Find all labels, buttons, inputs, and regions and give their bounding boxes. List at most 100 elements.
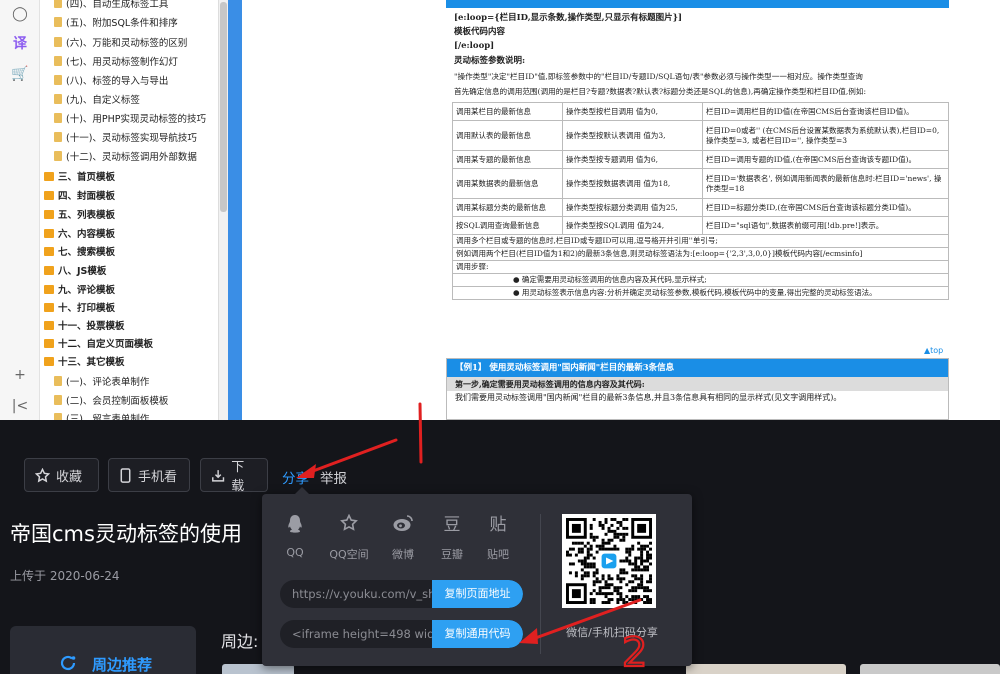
copy-page-url-button[interactable]: 复制页面地址 — [432, 580, 523, 608]
video-thumbnail[interactable] — [860, 664, 1000, 674]
tree-scrollbar[interactable] — [218, 0, 228, 420]
mobile-watch-button[interactable]: 手机看 — [108, 458, 190, 492]
param-table: 调用某栏目的最新信息 操作类型按栏目调用 值为0, 栏目ID=调用栏目的ID值(在帝… — [452, 102, 949, 300]
doc-tree-item[interactable]: (十)、用PHP实现灵动标签的技巧 — [54, 111, 206, 129]
doc-tree-label: (四)、自动生成标签工具 — [66, 0, 169, 10]
doc-tree-item[interactable]: 六、内容模板 — [44, 226, 115, 244]
table-cell: 调用某数据表的最新信息 — [452, 168, 563, 199]
doc-tree-item[interactable]: (四)、自动生成标签工具 — [54, 0, 168, 14]
doc-tree-item[interactable]: (十一)、灵动标签实现导航技巧 — [54, 130, 197, 148]
doc-tree-item[interactable]: (五)、附加SQL条件和排序 — [54, 15, 178, 33]
doc-tree-item[interactable]: (六)、万能和灵动标签的区别 — [54, 35, 187, 53]
table-note: 调用步骤: — [452, 260, 949, 274]
doc-tree-item[interactable]: 十二、自定义页面模板 — [44, 336, 153, 354]
doc-tree-item[interactable]: (九)、自定义标签 — [54, 92, 140, 110]
doc-tree-item[interactable]: 十、打印模板 — [44, 300, 115, 318]
translate-icon[interactable]: 译 — [10, 34, 30, 54]
report-link[interactable]: 举报 — [320, 467, 347, 487]
share-tieba[interactable]: 贴 贴吧 — [476, 514, 520, 562]
table-cell: 操作类型按标题分类调用 值为25, — [562, 198, 703, 217]
doc-tree-label: (十二)、灵动标签调用外部数据 — [66, 152, 197, 163]
folder-icon — [44, 321, 54, 330]
nearby-recommend-label: 周边推荐 — [92, 656, 153, 674]
chat-bubble-icon[interactable]: ◯ — [10, 4, 30, 24]
doc-tree-label: (九)、自定义标签 — [66, 95, 140, 106]
table-cell: 栏目ID="sql语句",数据表前缀可用[!db.pre!]表示。 — [702, 216, 949, 235]
page-url-field[interactable]: https://v.youku.com/v_sh 复制页面地址 — [280, 580, 523, 608]
share-qzone[interactable]: QQ空间 — [327, 513, 371, 562]
doc-tree-item[interactable]: (八)、标签的导入与导出 — [54, 73, 168, 91]
share-weibo-label: 微博 — [392, 548, 414, 561]
doc-line: "操作类型"决定"栏目ID"值,即标签参数中的"栏目ID/专题ID/SQL语句/… — [454, 72, 863, 81]
table-note: 例如调用两个栏目(栏目ID值为1和2)的最新3条信息,则灵动标签语法为:[e:l… — [452, 247, 949, 261]
folder-icon — [44, 191, 54, 200]
doc-tree-item[interactable]: 三、首页模板 — [44, 169, 115, 187]
table-cell: 操作类型按栏目调用 值为0, — [562, 102, 703, 121]
video-thumbnail[interactable] — [686, 664, 846, 674]
table-row: 调用某数据表的最新信息 操作类型按数据表调用 值为18, 栏目ID='数据表名', … — [452, 168, 949, 199]
doc-tree-item[interactable]: (二)、会员控制面板模板 — [54, 393, 168, 411]
qzone-star-icon — [327, 513, 371, 536]
doc-tree-label: (十一)、灵动标签实现导航技巧 — [66, 133, 197, 144]
doc-tree-item[interactable]: (七)、用灵动标签制作幻灯 — [54, 54, 178, 72]
tree-splitter[interactable] — [228, 0, 242, 420]
doc-tree-item[interactable]: 十一、投票模板 — [44, 318, 125, 336]
share-qq[interactable]: QQ — [273, 514, 317, 559]
cart-icon[interactable]: 🛒 — [10, 64, 30, 84]
doc-tree-label: (八)、标签的导入与导出 — [66, 76, 169, 87]
douban-icon: 豆 — [443, 515, 461, 535]
doc-tree-label: 十一、投票模板 — [58, 321, 125, 332]
doc-tree-label: 十三、其它模板 — [58, 357, 125, 368]
folder-icon — [44, 210, 54, 219]
doc-page-icon — [54, 17, 62, 27]
doc-tree-item[interactable]: 四、封面模板 — [44, 188, 115, 206]
folder-icon — [44, 229, 54, 238]
doc-tree-label: (六)、万能和灵动标签的区别 — [66, 38, 188, 49]
doc-tree-item[interactable]: (一)、评论表单制作 — [54, 374, 149, 392]
collapse-icon[interactable]: |< — [10, 396, 30, 416]
qr-caption: 微信/手机扫码分享 — [566, 626, 658, 639]
folder-icon — [44, 339, 54, 348]
action-bar: 收藏 手机看 下载 分享 举报 — [10, 450, 1000, 500]
table-cell: 栏目ID=标题分类ID,(在帝国CMS后台查询该标题分类ID值)。 — [702, 198, 949, 217]
share-weibo[interactable]: 微博 — [381, 514, 425, 562]
nearby-recommend-card[interactable]: 周边推荐 — [10, 626, 196, 674]
doc-tree-item[interactable]: (三)、留言表单制作 — [54, 411, 149, 420]
doc-tree-item[interactable]: (十二)、灵动标签调用外部数据 — [54, 149, 197, 167]
video-title: 帝国cms灵动标签的使用 — [10, 522, 242, 546]
screen: ◯ 译 🛒 + |< (四)、自动生成标签工具 (五)、附加SQL条件和排序 (六)… — [0, 0, 1000, 674]
download-button[interactable]: 下载 — [200, 458, 268, 494]
table-row: 调用某专题的最新信息 操作类型按专题调用 值为6, 栏目ID=调用专题的ID值,(在… — [452, 150, 949, 169]
embed-code-field[interactable]: <iframe height=498 widt 复制通用代码 — [280, 620, 523, 648]
table-cell: 操作类型按专题调用 值为6, — [562, 150, 703, 169]
doc-tree-item[interactable]: 七、搜索模板 — [44, 244, 115, 262]
doc-tree-item[interactable]: 九、评论模板 — [44, 282, 115, 300]
embed-code-value[interactable]: <iframe height=498 widt — [292, 620, 442, 648]
doc-tree-item[interactable]: 十三、其它模板 — [44, 354, 125, 372]
table-cell: 调用默认表的最新信息 — [452, 120, 563, 151]
doc-page-icon — [54, 56, 62, 66]
to-top-link[interactable]: ▲top — [924, 346, 943, 355]
table-row: ● 确定需要用灵动标签调用的信息内容及其代码,显示样式; — [452, 273, 949, 287]
doc-tree-item[interactable]: 五、列表模板 — [44, 207, 115, 225]
doc-tree-label: 十二、自定义页面模板 — [58, 339, 154, 350]
table-cell: 栏目ID='数据表名', 例如调用新闻表的最新信息时:栏目ID='news', … — [702, 168, 949, 199]
share-link[interactable]: 分享 — [282, 467, 309, 487]
table-row: 调用默认表的最新信息 操作类型按默认表调用 值为3, 栏目ID=0或者'' (在CM… — [452, 120, 949, 151]
share-douban[interactable]: 豆 豆瓣 — [430, 514, 474, 562]
copy-embed-code-button[interactable]: 复制通用代码 — [432, 620, 523, 648]
folder-icon — [44, 247, 54, 256]
folder-icon — [44, 285, 54, 294]
doc-tree-item[interactable]: 八、JS模板 — [44, 263, 106, 281]
page-url-value[interactable]: https://v.youku.com/v_sh — [292, 580, 442, 608]
doc-page-icon — [54, 0, 62, 8]
favorite-label: 收藏 — [56, 469, 83, 485]
table-cell: 操作类型按SQL调用 值为24, — [562, 216, 703, 235]
table-row: 调用步骤: — [452, 260, 949, 274]
table-row: 按SQL调用查询最新信息 操作类型按SQL调用 值为24, 栏目ID="sql语句"… — [452, 216, 949, 235]
doc-content: [e:loop={栏目ID,显示条数,操作类型,只显示有标题图片}] 模板代码内… — [442, 0, 951, 420]
favorite-button[interactable]: 收藏 — [24, 458, 99, 492]
table-cell: 栏目ID=0或者'' (在CMS后台设置某数据表为系统默认表),栏目ID=0, … — [702, 120, 949, 151]
share-qzone-label: QQ空间 — [329, 548, 369, 561]
plus-icon[interactable]: + — [10, 365, 30, 385]
